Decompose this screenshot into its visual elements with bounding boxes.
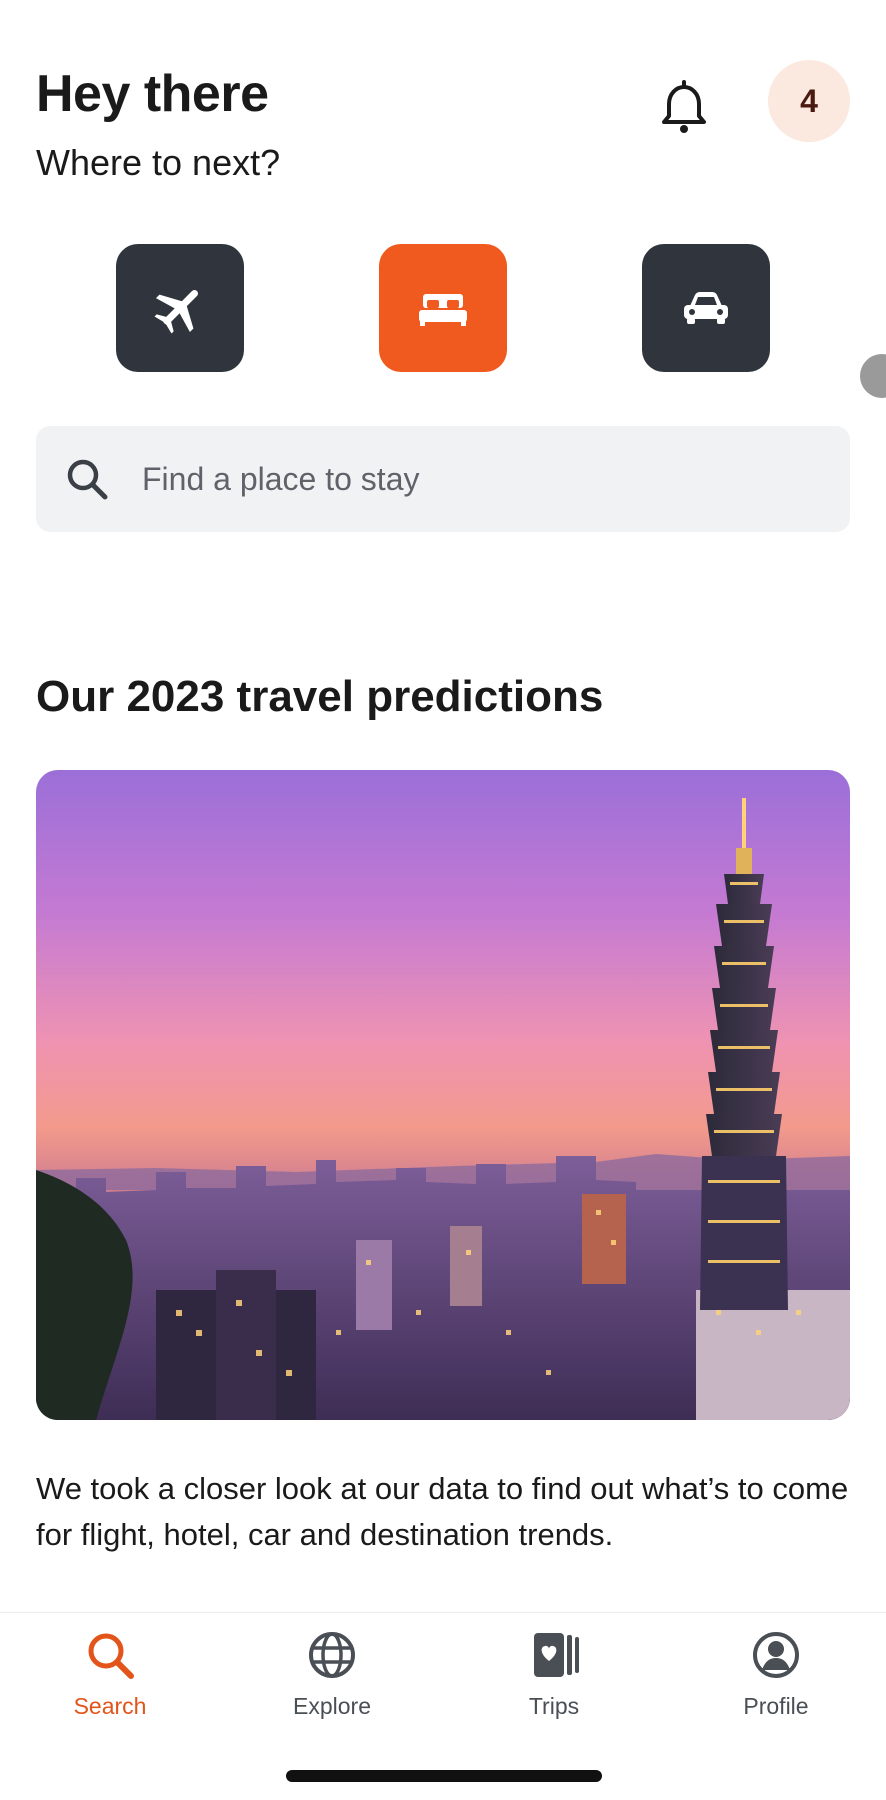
flights-button[interactable] (116, 244, 244, 372)
predictions-description: We took a closer look at our data to fin… (36, 1471, 849, 1552)
edge-scroll-handle[interactable] (860, 354, 886, 398)
nav-label-profile: Profile (743, 1693, 809, 1719)
airplane-icon (154, 290, 198, 334)
nav-item-search[interactable]: Search (30, 1627, 190, 1720)
nav-item-trips[interactable]: Trips (474, 1627, 634, 1720)
home-indicator[interactable] (286, 1770, 602, 1782)
predictions-title: Our 2023 travel predictions (36, 672, 604, 721)
globe-icon (309, 1632, 355, 1678)
app-screen: Hey there Where to next? 4 Find a place … (0, 0, 886, 1800)
bell-icon (662, 80, 706, 133)
search-input[interactable]: Find a place to stay (36, 426, 850, 532)
bed-icon (419, 294, 467, 326)
stays-button[interactable] (379, 244, 507, 372)
nav-item-profile[interactable]: Profile (696, 1627, 856, 1720)
avatar-badge: 4 (800, 82, 818, 119)
greeting-subtitle: Where to next? (36, 142, 281, 183)
avatar[interactable]: 4 (768, 60, 850, 142)
search-icon (88, 1633, 134, 1679)
trips-icon (534, 1633, 579, 1677)
nav-label-explore: Explore (293, 1693, 371, 1719)
greeting-title: Hey there (36, 65, 269, 123)
notifications-button[interactable] (656, 76, 712, 136)
predictions-hero-image[interactable] (36, 770, 850, 1420)
search-icon (67, 459, 108, 500)
nav-label-search: Search (73, 1693, 147, 1719)
cars-button[interactable] (642, 244, 770, 372)
city-skyline-image (36, 770, 850, 1420)
nav-label-trips: Trips (528, 1693, 580, 1719)
search-placeholder: Find a place to stay (142, 460, 420, 497)
car-icon (684, 292, 728, 324)
nav-item-explore[interactable]: Explore (252, 1627, 412, 1720)
profile-icon (753, 1632, 799, 1678)
